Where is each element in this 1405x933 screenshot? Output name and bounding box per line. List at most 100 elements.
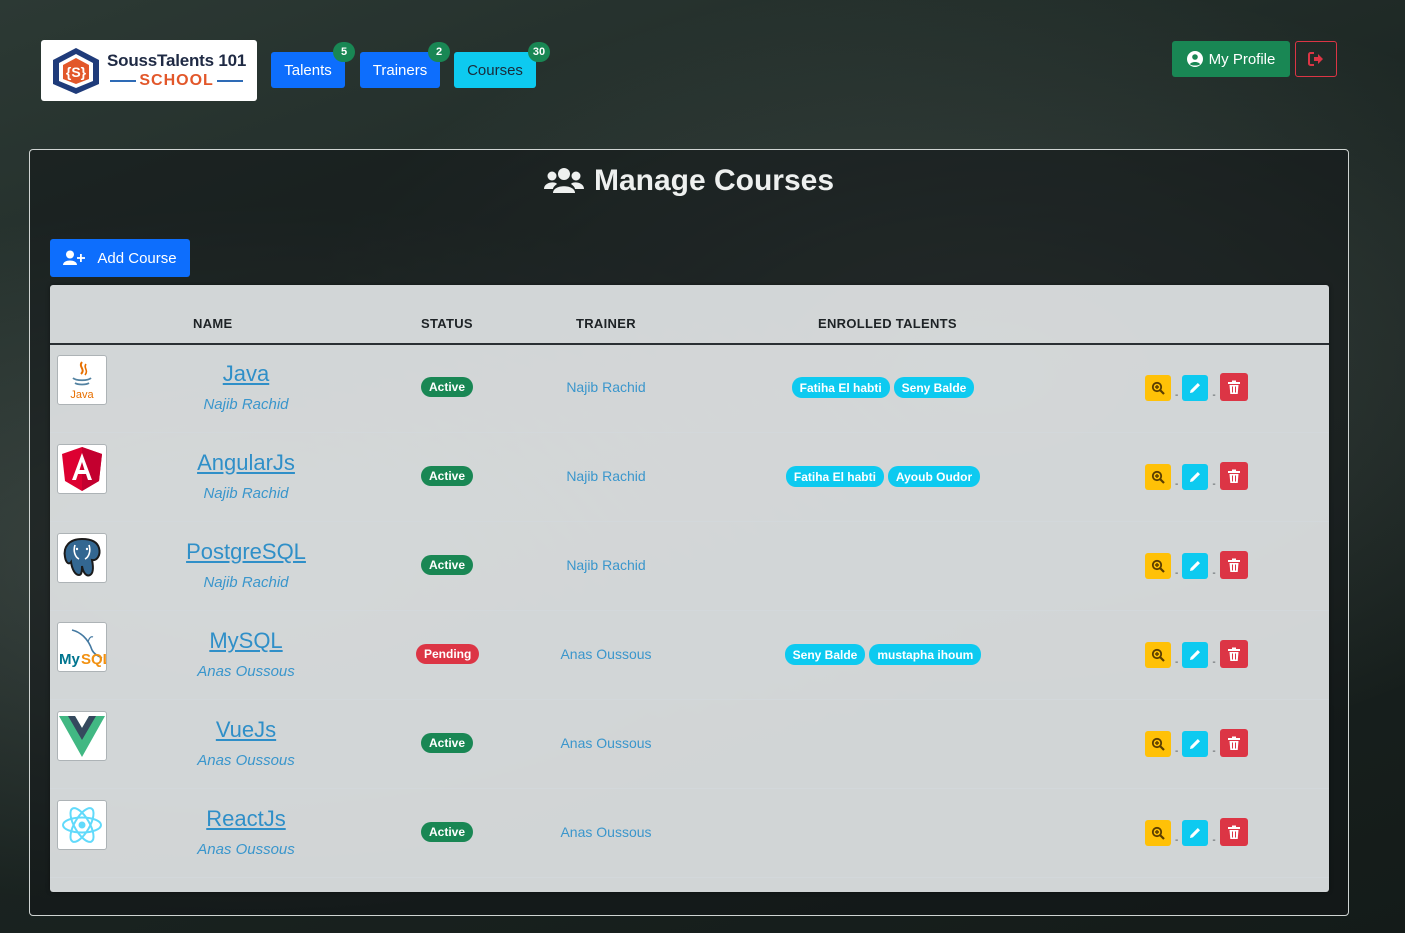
trainer-cell: Anas Oussous [560, 735, 652, 751]
courses-table: NAME STATUS TRAINER ENROLLED TALENTS Jav… [50, 285, 1329, 892]
view-button[interactable] [1145, 642, 1171, 668]
course-name-link[interactable]: VueJs [146, 717, 346, 743]
brand-title: SoussTalents 101 [107, 51, 247, 70]
java-logo-icon: Java [57, 355, 107, 405]
view-button[interactable] [1145, 553, 1171, 579]
brand-logo-icon: {S} [53, 47, 99, 94]
table-row: Java Java Najib Rachid Active Najib Rach… [50, 343, 1329, 433]
delete-button[interactable] [1219, 551, 1248, 579]
talent-chip: mustapha ihoum [869, 644, 982, 665]
trainer-cell: Najib Rachid [566, 468, 646, 484]
edit-button[interactable] [1182, 553, 1209, 579]
trainer-cell: Najib Rachid [566, 379, 646, 395]
status-badge: Pending [416, 644, 480, 664]
trainer-cell: Najib Rachid [566, 557, 646, 573]
view-button[interactable] [1145, 464, 1171, 490]
trainer-cell: Anas Oussous [560, 646, 652, 662]
action-separator: - [1175, 568, 1179, 579]
action-separator: - [1175, 835, 1179, 846]
search-plus-icon [1151, 826, 1165, 840]
svg-text:SQL: SQL [81, 651, 106, 668]
nav-talents-label: Talents [284, 61, 332, 79]
search-plus-icon [1151, 648, 1165, 662]
search-plus-icon [1151, 381, 1165, 395]
trainer-cell: Anas Oussous [560, 824, 652, 840]
brand-logo[interactable]: {S} SoussTalents 101 SCHOOL [41, 40, 257, 101]
add-course-button[interactable]: Add Course [50, 239, 190, 277]
course-trainer-subtitle: Anas Oussous [197, 752, 295, 769]
status-badge: Active [421, 555, 474, 575]
course-name-link[interactable]: PostgreSQL [146, 539, 346, 565]
vue-logo-icon [57, 711, 107, 761]
nav-courses-label: Courses [467, 61, 523, 79]
course-name-link[interactable]: ReactJs [146, 806, 346, 832]
edit-button[interactable] [1182, 642, 1209, 668]
talent-chip: Fatiha El habti [791, 377, 890, 398]
trash-icon [1227, 647, 1240, 661]
action-separator: - [1175, 746, 1179, 757]
table-row: My SQL MySQL Anas Oussous Pending Anas O… [50, 610, 1329, 700]
svg-text:{S}: {S} [66, 64, 87, 80]
action-separator: - [1175, 657, 1179, 668]
view-button[interactable] [1145, 820, 1171, 846]
table-row: VueJs Anas Oussous Active Anas Oussous -… [50, 699, 1329, 789]
delete-button[interactable] [1219, 373, 1248, 401]
course-name-link[interactable]: AngularJs [146, 450, 346, 476]
search-plus-icon [1151, 470, 1165, 484]
delete-button[interactable] [1219, 640, 1248, 668]
add-course-label: Add Course [97, 249, 177, 267]
page-title: Manage Courses [30, 164, 1348, 198]
row-actions: - - [1145, 373, 1248, 401]
status-badge: Active [421, 466, 474, 486]
my-profile-button[interactable]: My Profile [1172, 41, 1290, 77]
trash-icon [1227, 469, 1240, 483]
trash-icon [1227, 558, 1240, 572]
nav-trainers-label: Trainers [372, 61, 428, 79]
courses-panel: Manage Courses Add Course NAME STATUS TR… [29, 149, 1349, 916]
course-trainer-subtitle: Najib Rachid [203, 396, 289, 413]
my-profile-label: My Profile [1208, 50, 1276, 68]
pencil-icon [1190, 650, 1201, 660]
delete-button[interactable] [1219, 729, 1248, 757]
postgresql-logo-icon [57, 533, 107, 583]
status-badge: Active [421, 377, 474, 397]
sign-out-icon [1308, 52, 1323, 66]
edit-button[interactable] [1182, 820, 1209, 846]
edit-button[interactable] [1182, 375, 1209, 401]
nav-talents-button[interactable]: Talents 5 [271, 42, 355, 88]
view-button[interactable] [1145, 375, 1171, 401]
talent-chip: Seny Balde [893, 377, 975, 398]
enrolled-talents: Fatiha El habti Ayoub Oudor [785, 466, 981, 487]
courses-count-badge: 30 [528, 42, 550, 62]
header-enrolled-talents: ENROLLED TALENTS [818, 316, 957, 331]
user-plus-icon [63, 250, 86, 265]
delete-button[interactable] [1219, 818, 1248, 846]
header-status: STATUS [421, 316, 473, 331]
edit-button[interactable] [1182, 464, 1209, 490]
brand-subtitle: SCHOOL [139, 72, 214, 89]
header-trainer: TRAINER [576, 316, 636, 331]
action-separator: - [1175, 390, 1179, 401]
view-button[interactable] [1145, 731, 1171, 757]
edit-button[interactable] [1182, 731, 1209, 757]
status-badge: Active [421, 733, 474, 753]
course-trainer-subtitle: Najib Rachid [203, 485, 289, 502]
course-name-link[interactable]: MySQL [146, 628, 346, 654]
talents-count-badge: 5 [333, 42, 355, 62]
pencil-icon [1190, 828, 1201, 838]
pencil-icon [1190, 383, 1201, 393]
search-plus-icon [1151, 737, 1165, 751]
page-title-text: Manage Courses [593, 164, 835, 197]
action-separator: - [1175, 479, 1179, 490]
row-actions: - - [1145, 640, 1248, 668]
logout-button[interactable] [1295, 41, 1337, 77]
nav-courses-button[interactable]: Courses 30 [454, 42, 550, 88]
course-name-link[interactable]: Java [146, 361, 346, 387]
action-separator: - [1212, 568, 1216, 579]
talent-chip: Ayoub Oudor [887, 466, 981, 487]
svg-text:My: My [59, 651, 80, 668]
nav-trainers-button[interactable]: Trainers 2 [360, 42, 450, 88]
react-logo-icon [57, 800, 107, 850]
delete-button[interactable] [1219, 462, 1248, 490]
trash-icon [1227, 380, 1240, 394]
